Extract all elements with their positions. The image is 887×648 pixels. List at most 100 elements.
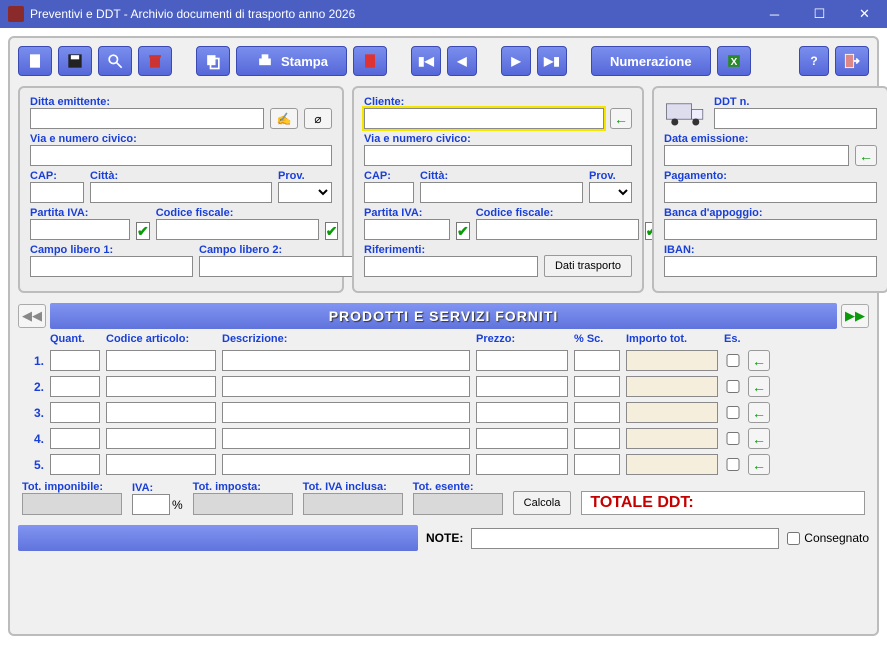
input-prezzo[interactable] [476,350,568,371]
input-quant[interactable] [50,402,100,423]
row-load-button[interactable]: ← [748,402,770,423]
input-descr[interactable] [222,428,470,449]
pdf-button[interactable] [353,46,387,76]
input-iva[interactable] [132,494,170,515]
print-label: Stampa [281,54,328,69]
maximize-button[interactable]: ☐ [797,0,842,28]
date-pick-button[interactable]: ← [855,145,877,166]
input-sconto[interactable] [574,402,620,423]
row-load-button[interactable]: ← [748,350,770,371]
input-ddt-n[interactable] [714,108,877,129]
nav-next-button[interactable]: ▶ [501,46,531,76]
excel-button[interactable]: X [717,46,751,76]
copy-button[interactable] [196,46,230,76]
page-next-button[interactable]: ▶▶ [841,304,869,328]
input-cliente-cap[interactable] [364,182,414,203]
input-sconto[interactable] [574,454,620,475]
check-ditta-cf[interactable]: ✔ [325,222,339,240]
input-cl1[interactable] [30,256,193,277]
check-ditta-piva[interactable]: ✔ [136,222,150,240]
select-cliente-prov[interactable] [589,182,632,203]
input-prezzo[interactable] [476,428,568,449]
calcola-button[interactable]: Calcola [513,491,572,515]
select-ditta-prov[interactable] [278,182,332,203]
hdr-quant: Quant. [50,333,100,345]
hdr-codice: Codice articolo: [106,333,216,345]
label-iban: IBAN: [664,244,877,256]
new-button[interactable] [18,46,52,76]
input-ditta-piva[interactable] [30,219,130,240]
footer-color-bar [18,525,418,551]
nav-prev-button[interactable]: ◀ [447,46,477,76]
help-button[interactable]: ? [799,46,829,76]
input-cliente-via[interactable] [364,145,632,166]
input-sconto[interactable] [574,376,620,397]
input-prezzo[interactable] [476,402,568,423]
input-quant[interactable] [50,454,100,475]
input-prezzo[interactable] [476,454,568,475]
input-cl2[interactable] [199,256,362,277]
check-es[interactable] [724,354,742,367]
label-iva: IVA: [132,482,183,494]
input-descr[interactable] [222,402,470,423]
ditta-clear-button[interactable]: ⌀ [304,108,332,129]
row-load-button[interactable]: ← [748,376,770,397]
input-pagamento[interactable] [664,182,877,203]
input-data-em[interactable] [664,145,849,166]
input-ditta-cf[interactable] [156,219,319,240]
input-cliente[interactable] [364,108,604,129]
close-button[interactable]: ✕ [842,0,887,28]
check-es[interactable] [724,380,742,393]
hdr-es: Es. [724,333,742,345]
input-cliente-citta[interactable] [420,182,583,203]
input-codice[interactable] [106,376,216,397]
nav-first-button[interactable]: ▮◀ [411,46,441,76]
main-frame: Stampa ▮◀ ◀ ▶ ▶▮ Numerazione X ? Ditta e… [8,36,879,636]
check-consegnato[interactable] [787,532,800,545]
label-cliente: Cliente: [364,96,604,108]
input-descr[interactable] [222,454,470,475]
input-prezzo[interactable] [476,376,568,397]
input-descr[interactable] [222,376,470,397]
ditta-pick-button[interactable]: ✍ [270,108,298,129]
exit-button[interactable] [835,46,869,76]
input-cliente-piva[interactable] [364,219,450,240]
input-note[interactable] [471,528,779,549]
input-codice[interactable] [106,454,216,475]
input-ditta[interactable] [30,108,264,129]
input-ditta-citta[interactable] [90,182,272,203]
input-descr[interactable] [222,350,470,371]
check-es[interactable] [724,458,742,471]
input-riferimenti[interactable] [364,256,538,277]
input-sconto[interactable] [574,350,620,371]
check-es[interactable] [724,432,742,445]
label-tot-imp: Tot. imponibile: [22,481,122,493]
search-button[interactable] [98,46,132,76]
input-quant[interactable] [50,428,100,449]
input-ditta-via[interactable] [30,145,332,166]
hdr-importo: Importo tot. [626,333,718,345]
numerazione-button[interactable]: Numerazione [591,46,711,76]
cliente-load-button[interactable]: ← [610,108,632,129]
input-quant[interactable] [50,350,100,371]
save-button[interactable] [58,46,92,76]
row-load-button[interactable]: ← [748,428,770,449]
dati-trasporto-button[interactable]: Dati trasporto [544,255,632,277]
input-sconto[interactable] [574,428,620,449]
input-codice[interactable] [106,350,216,371]
input-cliente-cf[interactable] [476,219,639,240]
delete-button[interactable] [138,46,172,76]
input-banca[interactable] [664,219,877,240]
nav-last-button[interactable]: ▶▮ [537,46,567,76]
minimize-button[interactable]: ─ [752,0,797,28]
input-quant[interactable] [50,376,100,397]
input-iban[interactable] [664,256,877,277]
check-cliente-piva[interactable]: ✔ [456,222,470,240]
page-prev-button[interactable]: ◀◀ [18,304,46,328]
input-codice[interactable] [106,428,216,449]
input-ditta-cap[interactable] [30,182,84,203]
row-load-button[interactable]: ← [748,454,770,475]
input-codice[interactable] [106,402,216,423]
check-es[interactable] [724,406,742,419]
print-button[interactable]: Stampa [236,46,347,76]
